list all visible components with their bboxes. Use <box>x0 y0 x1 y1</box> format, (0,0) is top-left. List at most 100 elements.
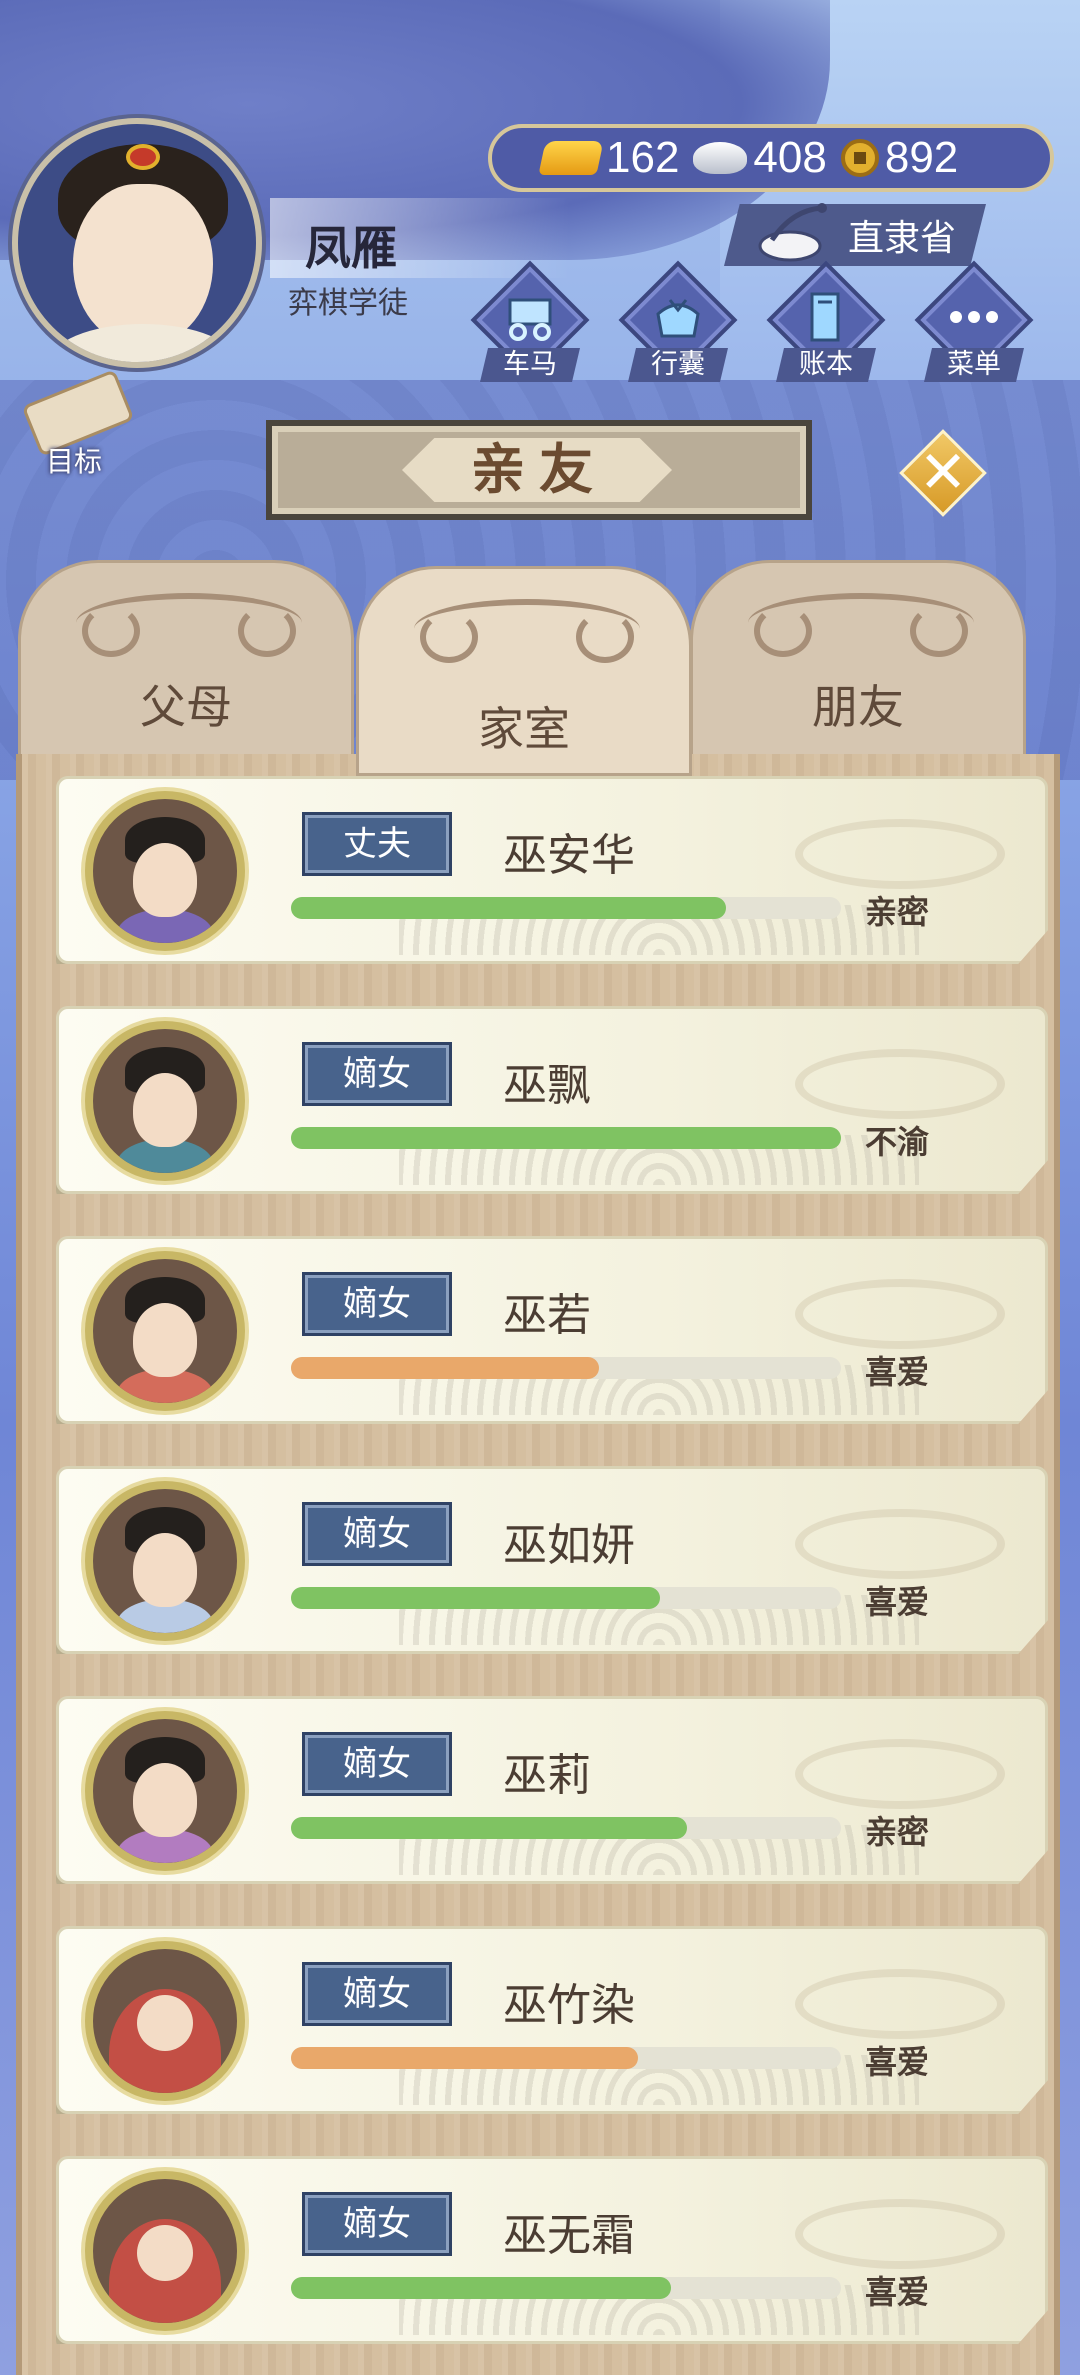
nav-bundle-button[interactable]: 行囊 <box>618 260 738 388</box>
silver-amount: 408 <box>753 133 827 182</box>
family-list[interactable]: 丈夫 巫安华 亲密 嫡女 巫飘 不渝 嫡女 巫若 喜爱 嫡女 巫如妍 喜爱 嫡女… <box>16 754 1060 2375</box>
nav-label: 车马 <box>480 348 580 382</box>
relationship-status: 喜爱 <box>865 1353 930 1391</box>
portrait-face <box>133 1763 197 1837</box>
affection-bar <box>291 1587 841 1609</box>
player-avatar[interactable] <box>12 118 262 368</box>
tab-cloud-ornament <box>748 593 974 657</box>
gold-ingot-icon <box>538 141 604 175</box>
member-name: 巫莉 <box>503 1750 591 1801</box>
portrait-face <box>137 1995 193 2051</box>
tab-label: 朋友 <box>812 680 904 734</box>
affection-bar-fill <box>291 1587 660 1609</box>
member-portrait[interactable] <box>85 1711 245 1871</box>
member-name: 巫如妍 <box>503 1520 635 1571</box>
avatar-face <box>73 184 213 344</box>
member-role-tag: 嫡女 <box>302 1502 452 1566</box>
member-name: 巫若 <box>503 1290 591 1341</box>
member-name: 巫安华 <box>503 830 635 881</box>
nav-label: 行囊 <box>628 348 728 382</box>
affection-bar <box>291 897 841 919</box>
relationship-status: 喜爱 <box>865 2043 930 2081</box>
member-card[interactable]: 嫡女 巫若 喜爱 <box>56 1236 1048 1424</box>
member-role-tag: 嫡女 <box>302 1732 452 1796</box>
card-swirl-decoration <box>795 819 1005 889</box>
affection-bar <box>291 1357 841 1379</box>
coin-amount: 892 <box>884 133 959 182</box>
bundle-icon <box>618 282 738 352</box>
member-role-tag: 嫡女 <box>302 2192 452 2256</box>
tab-friends[interactable]: 朋友 <box>690 560 1026 760</box>
card-swirl-decoration <box>795 1049 1005 1119</box>
copper-coin-icon <box>840 139 879 177</box>
relationship-status: 喜爱 <box>865 1583 930 1621</box>
goal-label: 目标 <box>45 445 102 478</box>
relationship-status: 亲密 <box>865 1813 930 1851</box>
member-portrait[interactable] <box>85 1481 245 1641</box>
tab-family[interactable]: 家室 <box>356 566 692 776</box>
silver-ingot-icon <box>693 142 748 174</box>
relationship-status: 喜爱 <box>865 2273 930 2311</box>
panel-title: 亲友 <box>471 438 607 501</box>
portrait-face <box>133 843 197 917</box>
nav-menu-button[interactable]: 菜单 <box>914 260 1034 388</box>
member-card[interactable]: 丈夫 巫安华 亲密 <box>56 776 1048 964</box>
member-card[interactable]: 嫡女 巫无霜 喜爱 <box>56 2156 1048 2344</box>
tab-parents[interactable]: 父母 <box>18 560 354 760</box>
member-name: 巫竹染 <box>503 1980 635 2031</box>
tab-cloud-ornament <box>414 599 640 663</box>
member-portrait[interactable] <box>85 1941 245 2101</box>
avatar-robe <box>48 324 238 362</box>
member-card[interactable]: 嫡女 巫竹染 喜爱 <box>56 1926 1048 2114</box>
portrait-face <box>133 1533 197 1607</box>
goal-button[interactable]: 目标 <box>14 369 135 480</box>
member-name: 巫无霜 <box>503 2210 635 2261</box>
panel-title-plaque: 亲友 <box>266 420 812 520</box>
location-name: 直隶省 <box>847 218 956 259</box>
relationship-status: 不渝 <box>865 1123 930 1161</box>
member-role-tag: 嫡女 <box>302 1042 452 1106</box>
carriage-icon <box>470 282 590 352</box>
member-portrait[interactable] <box>85 791 245 951</box>
member-name: 巫飘 <box>503 1060 591 1111</box>
player-name: 凤雁 <box>305 221 397 275</box>
card-swirl-decoration <box>795 1969 1005 2039</box>
silver-currency: 408 <box>693 133 827 183</box>
affection-bar <box>291 1817 841 1839</box>
relationship-status: 亲密 <box>865 893 930 931</box>
portrait-face <box>133 1303 197 1377</box>
nav-label: 菜单 <box>924 348 1024 382</box>
player-title: 弈棋学徒 <box>288 286 408 321</box>
nav-ledger-button[interactable]: 账本 <box>766 260 886 388</box>
nav-carriage-button[interactable]: 车马 <box>470 260 590 388</box>
member-role-tag: 嫡女 <box>302 1962 452 2026</box>
member-portrait[interactable] <box>85 2171 245 2331</box>
coin-currency: 892 <box>840 133 959 183</box>
ledger-icon <box>766 282 886 352</box>
close-button[interactable]: ✕ <box>898 428 988 518</box>
gold-currency: 162 <box>538 133 680 183</box>
avatar-hair-ornament <box>126 144 160 170</box>
member-portrait[interactable] <box>85 1021 245 1181</box>
portrait-face <box>137 2225 193 2281</box>
affection-bar-fill <box>291 2277 671 2299</box>
affection-bar <box>291 2047 841 2069</box>
tab-label: 家室 <box>478 702 570 756</box>
member-card[interactable]: 嫡女 巫飘 不渝 <box>56 1006 1048 1194</box>
member-role-tag: 嫡女 <box>302 1272 452 1336</box>
gold-amount: 162 <box>606 133 680 182</box>
affection-bar-fill <box>291 1127 841 1149</box>
member-card[interactable]: 嫡女 巫如妍 喜爱 <box>56 1466 1048 1654</box>
member-portrait[interactable] <box>85 1251 245 1411</box>
tab-label: 父母 <box>140 680 232 734</box>
close-icon: ✕ <box>918 438 968 506</box>
nav-label: 账本 <box>776 348 876 382</box>
affection-bar <box>291 2277 841 2299</box>
affection-bar-fill <box>291 897 726 919</box>
card-swirl-decoration <box>795 1509 1005 1579</box>
location-icon <box>758 203 827 262</box>
member-card[interactable]: 嫡女 巫莉 亲密 <box>56 1696 1048 1884</box>
card-swirl-decoration <box>795 2199 1005 2269</box>
member-role-tag: 丈夫 <box>302 812 452 876</box>
affection-bar-fill <box>291 1817 687 1839</box>
